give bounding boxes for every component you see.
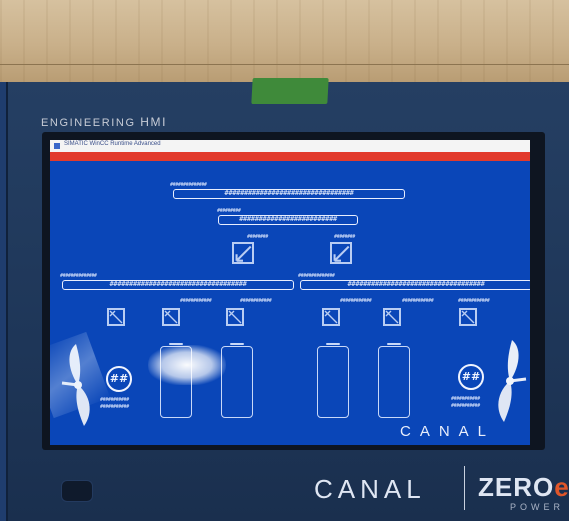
hmi-screen[interactable]: SIMATIC WinCC Runtime Advanced #########… bbox=[50, 140, 530, 445]
zero-word: ZERO bbox=[478, 472, 555, 502]
alarm-bar bbox=[50, 152, 530, 161]
mid-label: ######### bbox=[217, 208, 241, 214]
row-label: ############ bbox=[240, 298, 272, 304]
light-glare bbox=[148, 345, 226, 385]
icon-label-2: ######## bbox=[334, 234, 355, 240]
battery-terminal bbox=[230, 343, 244, 345]
brand-text: ENGINEERING bbox=[41, 117, 136, 129]
image-placeholder-icon[interactable] bbox=[107, 308, 125, 326]
left-status-field[interactable]: ################################### bbox=[62, 280, 294, 290]
screen-canal-watermark: CANAL bbox=[400, 423, 496, 440]
image-placeholder-icon[interactable] bbox=[322, 308, 340, 326]
mid-status-field[interactable]: ######################### bbox=[218, 215, 358, 225]
image-placeholder-icon[interactable] bbox=[162, 308, 180, 326]
image-placeholder-icon[interactable] bbox=[330, 242, 352, 264]
right-label: ############## bbox=[298, 273, 335, 279]
battery-terminal bbox=[326, 343, 340, 345]
power-button[interactable] bbox=[61, 480, 93, 502]
brand-bold-text: HMI bbox=[140, 115, 168, 129]
logo-divider bbox=[464, 466, 465, 510]
window-titlebar: SIMATIC WinCC Runtime Advanced bbox=[50, 140, 530, 152]
propeller-icon bbox=[498, 340, 527, 422]
left-thruster-label: ########### bbox=[100, 404, 129, 410]
row-label: ############ bbox=[340, 298, 372, 304]
battery-cell[interactable] bbox=[378, 346, 410, 418]
icon-label-1: ######## bbox=[247, 234, 268, 240]
left-thruster-readout[interactable]: ## bbox=[106, 366, 132, 392]
zero-logo-text: ZEROe bbox=[478, 472, 569, 503]
top-status-field[interactable]: ################################# bbox=[173, 189, 405, 199]
right-thruster-readout[interactable]: ## bbox=[458, 364, 484, 390]
battery-cell[interactable] bbox=[317, 346, 349, 418]
green-tape bbox=[251, 78, 329, 104]
wood-seam bbox=[0, 64, 569, 65]
left-label: ############## bbox=[60, 273, 97, 279]
wood-grain bbox=[0, 0, 569, 82]
top-label: ############## bbox=[170, 182, 207, 188]
row-label: ############ bbox=[458, 298, 490, 304]
battery-terminal bbox=[387, 343, 401, 345]
right-thruster-label: ########### bbox=[451, 403, 480, 409]
image-placeholder-icon[interactable] bbox=[383, 308, 401, 326]
image-placeholder-icon[interactable] bbox=[459, 308, 477, 326]
app-icon bbox=[54, 143, 60, 149]
right-thruster-label: ########### bbox=[451, 396, 480, 402]
zero-accent: e bbox=[554, 472, 569, 502]
image-placeholder-icon[interactable] bbox=[232, 242, 254, 264]
panel-brand-label: ENGINEERING HMI bbox=[41, 115, 167, 129]
power-logo-text: POWER bbox=[510, 502, 565, 512]
image-placeholder-icon[interactable] bbox=[226, 308, 244, 326]
battery-cell[interactable] bbox=[221, 346, 253, 418]
row-label: ############ bbox=[402, 298, 434, 304]
window-title: SIMATIC WinCC Runtime Advanced bbox=[64, 141, 161, 147]
row-label: ############ bbox=[180, 298, 212, 304]
canal-logo-text: CANAL bbox=[314, 474, 426, 504]
right-status-field[interactable]: ################################### bbox=[300, 280, 530, 290]
